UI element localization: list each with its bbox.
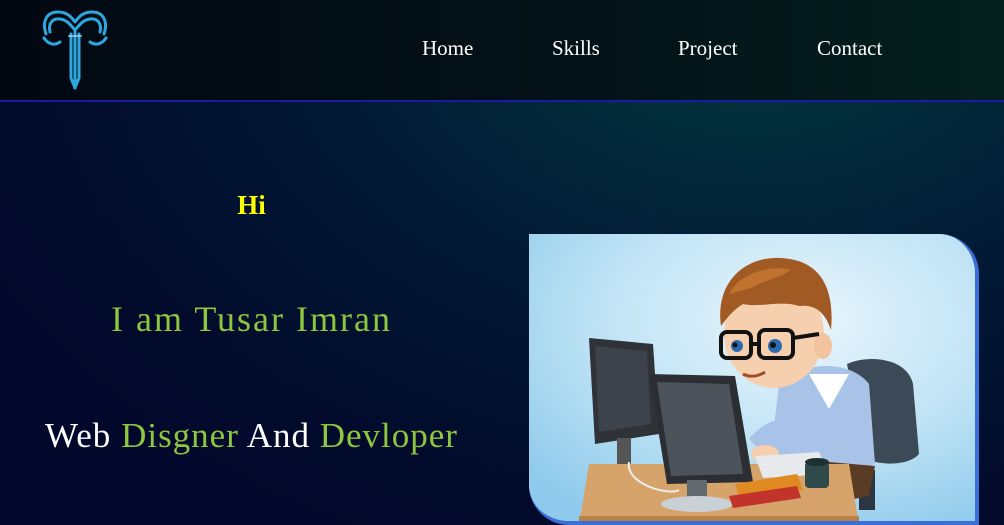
nav-skills-link[interactable]: Skills <box>552 36 600 61</box>
nav-home-link[interactable]: Home <box>422 36 473 61</box>
developer-at-computer-illustration <box>529 234 979 525</box>
top-navbar: Home Skills Project Contact <box>0 0 1004 102</box>
role-part-and: And <box>246 416 310 455</box>
role-part-designer: Disgner <box>121 416 239 455</box>
role-part-web: Web <box>45 416 112 455</box>
hero-greeting: Hi <box>237 190 266 220</box>
hero-intro: I am Tusar Imran <box>111 299 392 339</box>
role-part-developer: Devloper <box>319 416 458 455</box>
nav-project-link[interactable]: Project <box>678 36 737 61</box>
t-monogram-logo-icon[interactable] <box>38 8 112 92</box>
hero-role: Web Disgner And Devloper <box>0 416 503 456</box>
nav-contact-link[interactable]: Contact <box>817 36 882 61</box>
